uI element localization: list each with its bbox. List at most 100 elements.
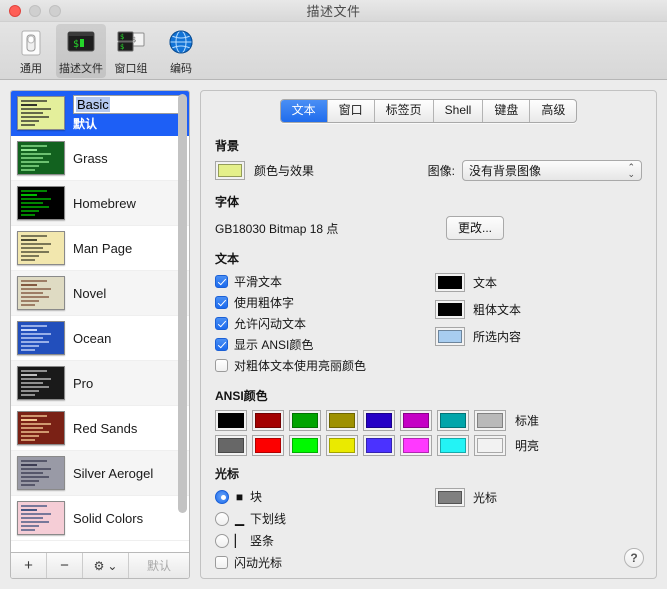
text-option-row[interactable]: 对粗体文本使用亮丽颜色 (215, 357, 425, 374)
profile-name-input[interactable]: Basic (73, 94, 183, 114)
close-button[interactable] (9, 4, 21, 17)
cursor-option-row[interactable]: ▁ 下划线 (215, 510, 425, 527)
tab-2[interactable]: 标签页 (375, 100, 434, 122)
radio-button[interactable] (215, 489, 229, 504)
tab-1[interactable]: 窗口 (328, 100, 375, 122)
tab-group[interactable]: 文本 窗口 标签页 Shell 键盘 高级 (279, 99, 578, 123)
ansi-color-swatch[interactable] (289, 435, 321, 456)
minimize-button[interactable] (29, 4, 41, 17)
toolbar-item-window-groups[interactable]: $ $ $ 窗口组 (106, 24, 156, 78)
profile-thumbnail (17, 411, 65, 445)
text-color-swatch[interactable] (435, 327, 465, 346)
tab-4[interactable]: 键盘 (483, 100, 531, 122)
background-section-title: 背景 (215, 139, 240, 153)
text-color-label: 粗体文本 (473, 303, 522, 317)
help-button[interactable]: ? (624, 548, 644, 568)
profile-thumbnail (17, 321, 65, 355)
ansi-color-swatch[interactable] (252, 435, 284, 456)
zoom-button[interactable] (49, 4, 61, 17)
profile-list[interactable]: Basic 默认 Grass Homebrew Man Page Novel Ocean Pr… (11, 91, 189, 552)
checkbox[interactable] (215, 275, 228, 288)
text-color-label: 所选内容 (473, 330, 522, 344)
change-font-button[interactable]: 更改... (445, 216, 504, 240)
cursor-color-swatch[interactable] (435, 488, 465, 507)
profile-name: Pro (73, 375, 94, 391)
cursor-section-title: 光标 (215, 467, 240, 481)
toolbar-item-encoding[interactable]: 编码 (156, 24, 206, 78)
tab-0[interactable]: 文本 (280, 100, 328, 122)
remove-profile-button[interactable]: − (47, 553, 83, 578)
radio-button[interactable] (215, 511, 229, 526)
profiles-pane: Basic 默认 Grass Homebrew Man Page Novel Ocean Pr… (10, 90, 190, 579)
profile-row[interactable]: Basic 默认 (11, 91, 189, 136)
profile-thumbnail (17, 456, 65, 490)
cursor-blink-row[interactable]: 闪动光标 (215, 554, 425, 571)
text-option-row[interactable]: 平滑文本 (215, 273, 425, 290)
profile-row[interactable]: Ocean (11, 316, 189, 361)
profile-name: Homebrew (73, 195, 136, 211)
profile-list-scroll-thumb[interactable] (178, 94, 187, 513)
tab-3[interactable]: Shell (434, 100, 484, 122)
ansi-row-label: 标准 (515, 414, 540, 428)
text-section: 平滑文本使用粗体字允许闪动文本 显示 ANSI颜色 对粗体文本使用亮丽颜色 文本粗体… (215, 273, 642, 378)
content-area: Basic 默认 Grass Homebrew Man Page Novel Ocean Pr… (0, 80, 667, 589)
ansi-color-swatch[interactable] (474, 410, 506, 431)
ansi-color-swatch[interactable] (437, 410, 469, 431)
cursor-option-row[interactable]: ■ 块 (215, 488, 425, 505)
radio-button[interactable] (215, 533, 229, 548)
profile-thumbnail (17, 501, 65, 535)
text-color-row: 文本 (435, 273, 521, 292)
font-value: GB18030 Bitmap 18 点 (215, 221, 339, 236)
profile-row[interactable]: Red Sands (11, 406, 189, 451)
text-color-swatch[interactable] (435, 300, 465, 319)
settings-tabbar: 文本 窗口 标签页 Shell 键盘 高级 (201, 91, 656, 129)
profile-row[interactable]: Silver Aerogel (11, 451, 189, 496)
background-image-select[interactable]: 没有背景图像 ⌃ ⌄ (462, 160, 642, 181)
profile-list-toolbar: + − ⚙ ⌄ 默认 (11, 552, 189, 578)
profile-actions-menu[interactable]: ⚙ ⌄ (83, 553, 129, 578)
background-row: 颜色与效果 图像: 没有背景图像 ⌃ ⌄ (215, 160, 642, 181)
profile-name: Grass (73, 150, 108, 166)
text-color-label: 文本 (473, 276, 498, 290)
profile-row[interactable]: Solid Colors (11, 496, 189, 541)
font-section-title: 字体 (215, 195, 240, 209)
ansi-color-swatch[interactable] (363, 435, 395, 456)
profile-row[interactable]: Homebrew (11, 181, 189, 226)
toolbar-item-general[interactable]: 通用 (6, 24, 56, 78)
text-option-row[interactable]: 使用粗体字 (215, 294, 425, 311)
ansi-color-swatch[interactable] (289, 410, 321, 431)
checkbox[interactable] (215, 359, 228, 372)
checkbox[interactable] (215, 296, 228, 309)
background-color-swatch[interactable] (215, 161, 245, 180)
ansi-color-swatch[interactable] (437, 435, 469, 456)
profile-row[interactable]: Man Page (11, 226, 189, 271)
checkbox[interactable] (215, 317, 228, 330)
ansi-color-swatch[interactable] (326, 410, 358, 431)
tab-5[interactable]: 高级 (530, 100, 576, 122)
background-color-label: 颜色与效果 (254, 164, 315, 178)
ansi-color-swatch[interactable] (400, 435, 432, 456)
cursor-option-label: 下划线 (250, 512, 287, 526)
ansi-color-swatch[interactable] (363, 410, 395, 431)
ansi-color-swatch[interactable] (400, 410, 432, 431)
toolbar-item-profiles[interactable]: $ 描述文件 (56, 24, 106, 78)
checkbox[interactable] (215, 556, 228, 569)
text-option-row[interactable]: 显示 ANSI颜色 (215, 336, 425, 353)
ansi-color-swatch[interactable] (474, 435, 506, 456)
cursor-option-row[interactable]: ▏ 竖条 (215, 532, 425, 549)
checkbox[interactable] (215, 338, 228, 351)
text-color-swatch[interactable] (435, 273, 465, 292)
add-profile-button[interactable]: + (11, 553, 47, 578)
profile-row[interactable]: Grass (11, 136, 189, 181)
ansi-color-swatch[interactable] (215, 435, 247, 456)
ansi-color-swatch[interactable] (215, 410, 247, 431)
ansi-color-swatch[interactable] (326, 435, 358, 456)
text-option-row[interactable]: 允许闪动文本 (215, 315, 425, 332)
set-default-button[interactable]: 默认 (129, 553, 189, 578)
profile-list-scrollbar[interactable] (178, 94, 187, 549)
profile-row[interactable]: Novel (11, 271, 189, 316)
profile-thumbnail (17, 141, 65, 175)
ansi-color-swatch[interactable] (252, 410, 284, 431)
profile-row[interactable]: Pro (11, 361, 189, 406)
font-row: GB18030 Bitmap 18 点 更改... (215, 216, 642, 240)
